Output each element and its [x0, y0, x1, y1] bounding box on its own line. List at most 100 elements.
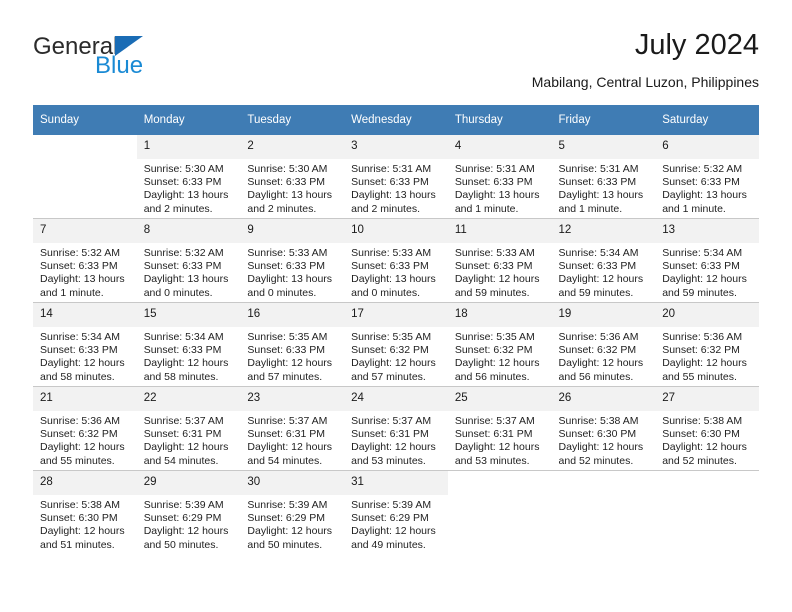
- sunset-text: Sunset: 6:29 PM: [351, 512, 429, 525]
- day-number: 15: [136, 303, 241, 327]
- calendar-cell: 19 Sunrise: 5:36 AM Sunset: 6:32 PM Dayligh…: [551, 302, 656, 387]
- day-number: 22: [136, 387, 241, 411]
- day-number: 27: [655, 387, 759, 411]
- day-cell[interactable]: 7 Sunrise: 5:32 AM Sunset: 6:33 PM Daylight…: [33, 219, 137, 302]
- calendar-cell: [551, 470, 656, 554]
- day-number: 25: [447, 387, 552, 411]
- day-cell[interactable]: 16 Sunrise: 5:35 AM Sunset: 6:33 PM Dayligh…: [240, 303, 345, 386]
- calendar-week-row: 28 Sunrise: 5:38 AM Sunset: 6:30 PM Dayligh…: [33, 470, 759, 554]
- day-sun-info: Sunrise: 5:31 AM Sunset: 6:33 PM Daylight:…: [344, 159, 448, 216]
- sunset-text: Sunset: 6:30 PM: [40, 512, 118, 525]
- daylight-text: Daylight: 13 hours and 2 minutes.: [351, 189, 436, 215]
- sunrise-text: Sunrise: 5:34 AM: [143, 331, 224, 343]
- day-cell[interactable]: 14 Sunrise: 5:34 AM Sunset: 6:33 PM Dayligh…: [33, 303, 137, 386]
- day-cell[interactable]: 19 Sunrise: 5:36 AM Sunset: 6:32 PM Dayligh…: [551, 303, 656, 386]
- day-sun-info: Sunrise: 5:37 AM Sunset: 6:31 PM Daylight:…: [344, 411, 448, 468]
- sunrise-text: Sunrise: 5:38 AM: [558, 415, 639, 427]
- day-cell[interactable]: 20 Sunrise: 5:36 AM Sunset: 6:32 PM Dayligh…: [655, 303, 759, 386]
- day-number: 5: [551, 135, 656, 159]
- daylight-text: Daylight: 12 hours and 58 minutes.: [143, 357, 229, 383]
- sunrise-text: Sunrise: 5:36 AM: [40, 415, 120, 427]
- sunset-text: Sunset: 6:33 PM: [143, 260, 222, 273]
- day-sun-info: Sunrise: 5:31 AM Sunset: 6:33 PM Daylight:…: [552, 159, 656, 216]
- day-cell[interactable]: 26 Sunrise: 5:38 AM Sunset: 6:30 PM Dayligh…: [551, 387, 656, 470]
- daylight-text: Daylight: 12 hours and 51 minutes.: [40, 525, 125, 551]
- day-cell[interactable]: 9 Sunrise: 5:33 AM Sunset: 6:33 PM Daylight…: [240, 219, 345, 302]
- weekday-header-wednesday: Wednesday: [344, 105, 448, 135]
- day-cell[interactable]: 12 Sunrise: 5:34 AM Sunset: 6:33 PM Dayligh…: [551, 219, 656, 302]
- day-cell[interactable]: 17 Sunrise: 5:35 AM Sunset: 6:32 PM Dayligh…: [344, 303, 448, 386]
- sunset-text: Sunset: 6:32 PM: [662, 344, 740, 357]
- daylight-text: Daylight: 13 hours and 0 minutes.: [143, 273, 229, 299]
- day-cell[interactable]: 1 Sunrise: 5:30 AM Sunset: 6:33 PM Daylight…: [136, 135, 241, 218]
- day-cell-empty: [551, 471, 656, 554]
- daylight-text: Daylight: 13 hours and 1 minute.: [558, 189, 644, 215]
- calendar-cell: 13 Sunrise: 5:34 AM Sunset: 6:33 PM Dayligh…: [655, 218, 759, 303]
- day-cell[interactable]: 2 Sunrise: 5:30 AM Sunset: 6:33 PM Daylight…: [240, 135, 345, 218]
- day-cell[interactable]: 29 Sunrise: 5:39 AM Sunset: 6:29 PM Dayligh…: [136, 471, 241, 554]
- sunrise-text: Sunrise: 5:36 AM: [558, 331, 639, 343]
- page-header: General Blue July 2024 Mabilang, Central…: [33, 28, 759, 100]
- day-number: 6: [655, 135, 759, 159]
- day-cell[interactable]: 22 Sunrise: 5:37 AM Sunset: 6:31 PM Dayligh…: [136, 387, 241, 470]
- day-cell[interactable]: 13 Sunrise: 5:34 AM Sunset: 6:33 PM Dayligh…: [655, 219, 759, 302]
- weekday-header-tuesday: Tuesday: [240, 105, 345, 135]
- calendar-cell: 3 Sunrise: 5:31 AM Sunset: 6:33 PM Daylight…: [344, 135, 448, 219]
- sunrise-text: Sunrise: 5:34 AM: [662, 247, 743, 259]
- sunrise-text: Sunrise: 5:31 AM: [558, 163, 639, 175]
- day-cell[interactable]: 11 Sunrise: 5:33 AM Sunset: 6:33 PM Dayligh…: [447, 219, 552, 302]
- calendar-cell: 10 Sunrise: 5:33 AM Sunset: 6:33 PM Dayligh…: [344, 218, 448, 303]
- day-cell[interactable]: 8 Sunrise: 5:32 AM Sunset: 6:33 PM Daylight…: [136, 219, 241, 302]
- day-cell[interactable]: 3 Sunrise: 5:31 AM Sunset: 6:33 PM Daylight…: [344, 135, 448, 218]
- day-cell[interactable]: 23 Sunrise: 5:37 AM Sunset: 6:31 PM Dayligh…: [240, 387, 345, 470]
- day-cell[interactable]: 10 Sunrise: 5:33 AM Sunset: 6:33 PM Dayligh…: [344, 219, 448, 302]
- calendar-cell: 12 Sunrise: 5:34 AM Sunset: 6:33 PM Dayligh…: [551, 218, 656, 303]
- sunset-text: Sunset: 6:32 PM: [558, 344, 637, 357]
- day-number: 12: [551, 219, 656, 243]
- calendar-cell: 31 Sunrise: 5:39 AM Sunset: 6:29 PM Dayligh…: [344, 470, 448, 554]
- sunset-text: Sunset: 6:30 PM: [662, 428, 740, 441]
- daylight-text: Daylight: 12 hours and 59 minutes.: [662, 273, 747, 299]
- day-cell[interactable]: 18 Sunrise: 5:35 AM Sunset: 6:32 PM Dayligh…: [447, 303, 552, 386]
- daylight-text: Daylight: 13 hours and 1 minute.: [454, 189, 540, 215]
- day-cell[interactable]: 28 Sunrise: 5:38 AM Sunset: 6:30 PM Dayligh…: [33, 471, 137, 554]
- sunset-text: Sunset: 6:33 PM: [454, 176, 533, 189]
- sunset-text: Sunset: 6:33 PM: [247, 260, 326, 273]
- sunrise-text: Sunrise: 5:37 AM: [351, 415, 432, 427]
- daylight-text: Daylight: 12 hours and 55 minutes.: [40, 441, 125, 467]
- day-cell[interactable]: 27 Sunrise: 5:38 AM Sunset: 6:30 PM Dayligh…: [655, 387, 759, 470]
- daylight-text: Daylight: 13 hours and 0 minutes.: [351, 273, 436, 299]
- sunset-text: Sunset: 6:31 PM: [143, 428, 222, 441]
- sunset-text: Sunset: 6:33 PM: [558, 176, 637, 189]
- sunrise-text: Sunrise: 5:39 AM: [247, 499, 328, 511]
- day-sun-info: Sunrise: 5:34 AM Sunset: 6:33 PM Daylight:…: [655, 243, 759, 300]
- day-cell[interactable]: 15 Sunrise: 5:34 AM Sunset: 6:33 PM Dayligh…: [136, 303, 241, 386]
- calendar-cell: 21 Sunrise: 5:36 AM Sunset: 6:32 PM Dayligh…: [33, 386, 137, 471]
- daylight-text: Daylight: 13 hours and 1 minute.: [40, 273, 125, 299]
- day-cell[interactable]: 6 Sunrise: 5:32 AM Sunset: 6:33 PM Daylight…: [655, 135, 759, 218]
- sunrise-text: Sunrise: 5:38 AM: [40, 499, 120, 511]
- brand-logo[interactable]: General Blue: [33, 34, 243, 94]
- calendar-page: General Blue July 2024 Mabilang, Central…: [0, 0, 792, 612]
- daylight-text: Daylight: 13 hours and 1 minute.: [662, 189, 747, 215]
- day-cell[interactable]: 5 Sunrise: 5:31 AM Sunset: 6:33 PM Daylight…: [551, 135, 656, 218]
- day-cell[interactable]: 30 Sunrise: 5:39 AM Sunset: 6:29 PM Dayligh…: [240, 471, 345, 554]
- day-sun-info: Sunrise: 5:30 AM Sunset: 6:33 PM Daylight:…: [240, 159, 344, 216]
- day-cell[interactable]: 24 Sunrise: 5:37 AM Sunset: 6:31 PM Dayligh…: [344, 387, 448, 470]
- sunset-text: Sunset: 6:33 PM: [247, 344, 326, 357]
- day-sun-info: Sunrise: 5:38 AM Sunset: 6:30 PM Daylight:…: [655, 411, 759, 468]
- day-cell[interactable]: 31 Sunrise: 5:39 AM Sunset: 6:29 PM Dayligh…: [344, 471, 448, 554]
- sunrise-text: Sunrise: 5:37 AM: [247, 415, 328, 427]
- day-sun-info: Sunrise: 5:39 AM Sunset: 6:29 PM Daylight:…: [344, 495, 448, 552]
- day-cell[interactable]: 4 Sunrise: 5:31 AM Sunset: 6:33 PM Daylight…: [447, 135, 552, 218]
- day-number: 29: [136, 471, 241, 495]
- day-sun-info: Sunrise: 5:32 AM Sunset: 6:33 PM Daylight:…: [137, 243, 241, 300]
- calendar-week-row: 14 Sunrise: 5:34 AM Sunset: 6:33 PM Dayligh…: [33, 302, 759, 387]
- day-cell[interactable]: 25 Sunrise: 5:37 AM Sunset: 6:31 PM Dayligh…: [447, 387, 552, 470]
- sunset-text: Sunset: 6:32 PM: [40, 428, 118, 441]
- day-cell[interactable]: 21 Sunrise: 5:36 AM Sunset: 6:32 PM Dayligh…: [33, 387, 137, 470]
- calendar-cell: 7 Sunrise: 5:32 AM Sunset: 6:33 PM Daylight…: [33, 218, 137, 303]
- day-cell-empty: [447, 471, 552, 554]
- day-number: 30: [240, 471, 345, 495]
- day-sun-info: Sunrise: 5:30 AM Sunset: 6:33 PM Daylight:…: [137, 159, 241, 216]
